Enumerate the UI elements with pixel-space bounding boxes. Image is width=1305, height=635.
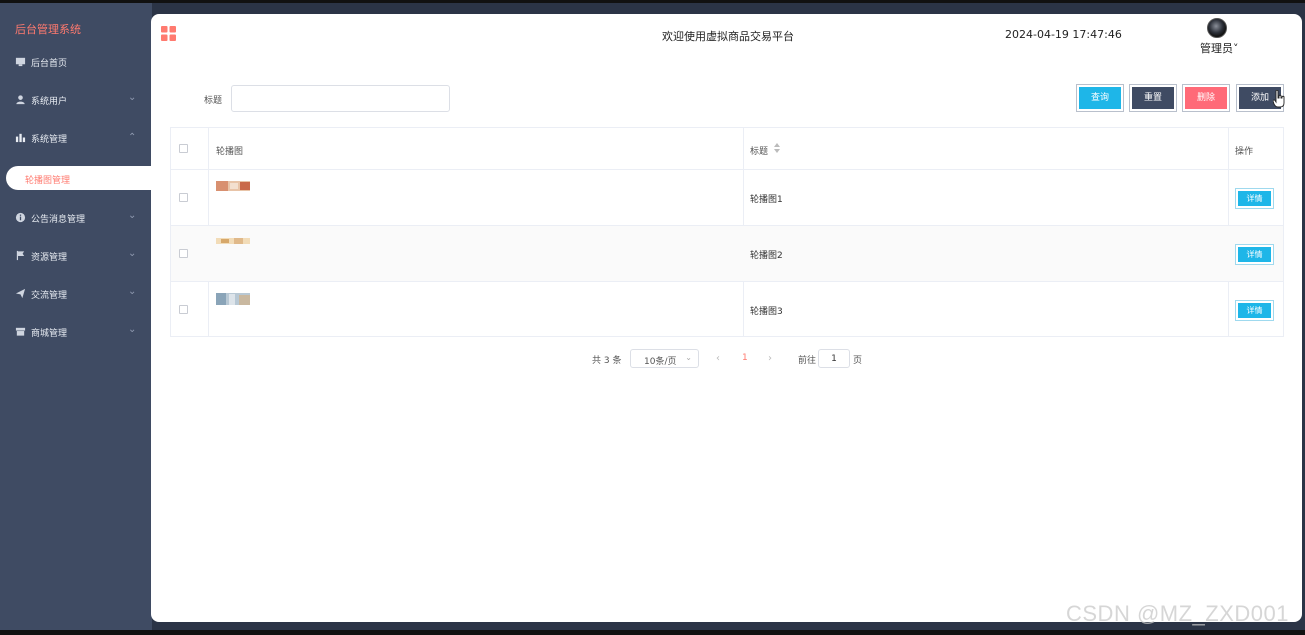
sidebar-item-label: 后台首页: [31, 59, 68, 69]
watermark: CSDN @MZ_ZXD001: [1066, 601, 1289, 626]
sidebar-item-label: 商城管理: [31, 329, 68, 339]
bottom-border: [0, 630, 1305, 635]
goto-page-input[interactable]: [818, 349, 850, 368]
chevron-down-icon: ⌄: [128, 248, 137, 259]
table-row: 轮播图3 详情: [171, 281, 1283, 336]
sidebar-item-label: 交流管理: [31, 291, 68, 301]
sidebar-item-resources[interactable]: 资源管理 ⌄: [0, 244, 152, 268]
row-checkbox[interactable]: [179, 249, 188, 258]
user-menu[interactable]: 管理员˅: [1200, 40, 1239, 56]
avatar[interactable]: [1207, 18, 1227, 38]
sidebar-item-label: 资源管理: [31, 253, 68, 263]
sidebar-item-communication[interactable]: 交流管理 ⌄: [0, 282, 152, 306]
chevron-down-icon: ⌄: [685, 353, 692, 362]
chevron-up-icon: ⌃: [128, 132, 137, 143]
sidebar-item-system-management[interactable]: 系统管理 ⌃: [0, 126, 152, 150]
top-border: [0, 0, 1305, 3]
page-suffix: 页: [853, 356, 863, 366]
sidebar-item-announcements[interactable]: 公告消息管理 ⌄: [0, 206, 152, 230]
select-all-checkbox[interactable]: [179, 144, 188, 153]
column-header-image: 轮播图: [216, 147, 244, 157]
carousel-thumbnail: [216, 293, 250, 305]
carousel-table: 轮播图 标题 操作 轮播图1 详情 轮播图2 详情 轮播图3 详情: [170, 127, 1284, 337]
row-title: 轮播图2: [750, 251, 783, 261]
sidebar-item-dashboard[interactable]: 后台首页: [0, 50, 152, 74]
sidebar-item-system-users[interactable]: 系统用户 ⌄: [0, 88, 152, 112]
main-panel: 欢迎使用虚拟商品交易平台 2024-04-19 17:47:46 管理员˅ 标题…: [151, 14, 1302, 622]
carousel-thumbnail: [216, 238, 250, 244]
chevron-down-icon: ⌄: [128, 92, 137, 103]
bar-chart-icon: [15, 133, 26, 143]
chevron-down-icon: ⌄: [128, 324, 137, 335]
detail-button[interactable]: 详情: [1235, 300, 1274, 321]
monitor-icon: [15, 57, 26, 67]
hand-cursor-icon: [1273, 90, 1285, 108]
column-header-actions: 操作: [1235, 147, 1254, 157]
title-filter-label: 标题: [204, 96, 223, 106]
store-icon: [15, 327, 26, 336]
chevron-down-icon: ⌄: [128, 210, 137, 221]
sidebar-item-store[interactable]: 商城管理 ⌄: [0, 320, 152, 344]
user-icon: [16, 95, 25, 105]
sidebar-item-label: 系统用户: [31, 97, 68, 107]
query-button[interactable]: 查询: [1076, 84, 1124, 112]
row-title: 轮播图3: [750, 307, 783, 317]
row-checkbox[interactable]: [179, 305, 188, 314]
page-size-select[interactable]: 10条/页 ⌄: [630, 349, 699, 368]
next-page-button[interactable]: ›: [768, 353, 772, 364]
page-size-value: 10条/页: [644, 357, 677, 367]
sidebar-subitem-label: 轮播图管理: [25, 176, 71, 186]
carousel-thumbnail: [216, 181, 250, 191]
column-header-title[interactable]: 标题: [750, 144, 768, 157]
table-header-row: 轮播图 标题 操作: [171, 128, 1283, 169]
sort-icon[interactable]: [774, 143, 780, 153]
flag-icon: [16, 250, 25, 261]
info-icon: [15, 212, 26, 223]
delete-button[interactable]: 删除: [1182, 84, 1230, 112]
prev-page-button[interactable]: ‹: [716, 353, 720, 364]
row-checkbox[interactable]: [179, 193, 188, 202]
sidebar-subitem-carousel[interactable]: 轮播图管理: [6, 166, 152, 190]
sidebar-item-label: 公告消息管理: [31, 215, 86, 225]
app-title: 后台管理系统: [15, 23, 81, 36]
title-search-input[interactable]: [231, 85, 450, 112]
chevron-down-icon: ⌄: [128, 286, 137, 297]
goto-label: 前往: [798, 356, 817, 366]
reset-button[interactable]: 重置: [1129, 84, 1177, 112]
caret-down-icon: ˅: [1233, 42, 1239, 55]
row-title: 轮播图1: [750, 195, 783, 205]
user-name: 管理员: [1200, 42, 1233, 55]
datetime-display: 2024-04-19 17:47:46: [1005, 28, 1122, 41]
send-icon: [15, 288, 26, 299]
detail-button[interactable]: 详情: [1235, 244, 1274, 265]
detail-button[interactable]: 详情: [1235, 188, 1274, 209]
sidebar-item-label: 系统管理: [31, 135, 68, 145]
grid-menu-icon[interactable]: [161, 26, 176, 41]
current-page[interactable]: 1: [742, 353, 748, 363]
table-row: 轮播图2 详情: [171, 225, 1283, 281]
welcome-text: 欢迎使用虚拟商品交易平台: [662, 30, 794, 43]
pagination-total: 共 3 条: [592, 356, 622, 366]
sidebar: 后台管理系统 后台首页 系统用户 ⌄ 系统管理 ⌃ 轮播图管理 公告消息管理 ⌄…: [0, 3, 152, 630]
table-row: 轮播图1 详情: [171, 169, 1283, 225]
